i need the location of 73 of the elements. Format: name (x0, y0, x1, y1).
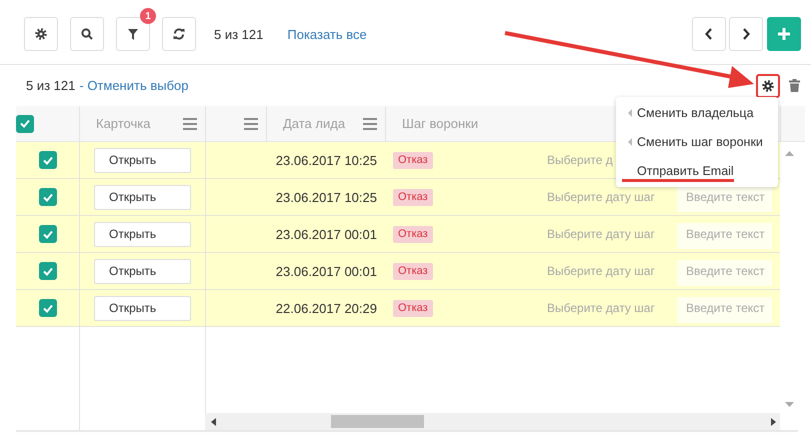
selected-count: 5 из 121 (26, 78, 76, 93)
status-badge: Отказ (393, 152, 433, 168)
scroll-right-icon[interactable] (771, 418, 776, 426)
status-badge: Отказ (393, 226, 433, 242)
scroll-thumb[interactable] (331, 415, 424, 428)
check-icon (42, 304, 52, 312)
filter-count-badge: 1 (140, 8, 156, 24)
chevron-left-icon (705, 28, 713, 40)
menu-item[interactable]: Сменить владельца (622, 106, 754, 124)
refresh-button[interactable] (162, 17, 196, 51)
date-field[interactable]: Выберите дату шаг (547, 227, 655, 241)
scroll-up-icon[interactable] (784, 151, 794, 156)
lead-date: 22.06.2017 20:29 (276, 300, 377, 316)
show-all-link[interactable]: Показать все (287, 26, 367, 42)
check-icon (20, 119, 30, 128)
menu-item[interactable]: Отправить Email (622, 164, 734, 182)
open-card-button[interactable]: Открыть (94, 184, 191, 210)
column-menu-icon[interactable] (183, 118, 197, 130)
column-title: Дата лида (283, 116, 346, 131)
status-badge: Отказ (393, 262, 433, 280)
refresh-icon (173, 28, 185, 40)
open-card-button[interactable]: Открыть (94, 296, 191, 320)
submenu-arrow-icon (628, 109, 632, 117)
search-button[interactable] (70, 17, 104, 51)
lead-date: 23.06.2017 10:25 (276, 152, 377, 168)
menu-item[interactable]: Сменить шаг воронки (622, 135, 763, 153)
previous-button[interactable] (692, 17, 726, 51)
checkbox[interactable] (38, 188, 56, 206)
open-card-button[interactable]: Открыть (94, 222, 191, 246)
text-field[interactable]: Введите текст (677, 223, 772, 249)
settings-button[interactable] (24, 17, 58, 51)
text-field[interactable]: Введите текст (677, 260, 772, 286)
column-title: Шаг воронки (402, 116, 478, 131)
lead-date: 23.06.2017 00:01 (276, 226, 377, 242)
scroll-left-icon[interactable] (211, 418, 216, 426)
filter-icon (128, 28, 138, 40)
lead-date: 23.06.2017 00:01 (276, 264, 377, 278)
open-card-button[interactable]: Открыть (94, 148, 191, 172)
column-menu-icon[interactable] (244, 118, 258, 130)
cancel-selection-link[interactable]: - Отменить выбор (79, 78, 188, 93)
trash-icon[interactable] (789, 79, 800, 92)
check-icon (42, 266, 52, 276)
date-field[interactable]: Выберите дату шаг (547, 264, 655, 278)
chevron-right-icon (742, 28, 750, 40)
gear-icon (762, 80, 774, 92)
text-field[interactable]: Введите текст (677, 186, 772, 212)
record-count: 5 из 121 (214, 26, 264, 42)
submenu-arrow-icon (628, 138, 632, 146)
checkbox[interactable] (38, 262, 56, 280)
date-field[interactable]: Выберите дату шаг (547, 190, 655, 204)
column-title: Карточка (96, 116, 150, 131)
checkbox[interactable] (38, 151, 56, 169)
filter-button[interactable] (116, 17, 150, 51)
status-badge: Отказ (393, 300, 433, 316)
search-icon (81, 28, 93, 40)
lead-date: 23.06.2017 10:25 (276, 190, 377, 204)
next-button[interactable] (729, 17, 763, 51)
plus-icon (778, 28, 790, 40)
date-field[interactable]: Выберите д (547, 153, 613, 167)
checkbox[interactable] (38, 299, 56, 317)
checkbox[interactable] (38, 225, 56, 243)
check-icon (42, 192, 52, 202)
open-card-button[interactable]: Открыть (94, 258, 191, 284)
text-field[interactable]: Введите текст (677, 297, 772, 323)
column-menu-icon[interactable] (363, 118, 377, 130)
status-badge: Отказ (393, 188, 433, 206)
horizontal-scrollbar[interactable] (205, 413, 780, 430)
scroll-down-icon[interactable] (784, 402, 794, 407)
check-icon (42, 156, 52, 164)
date-field[interactable]: Выберите дату шаг (547, 301, 655, 315)
gear-icon (35, 28, 47, 40)
checkbox[interactable] (16, 114, 34, 132)
check-icon (42, 230, 52, 238)
